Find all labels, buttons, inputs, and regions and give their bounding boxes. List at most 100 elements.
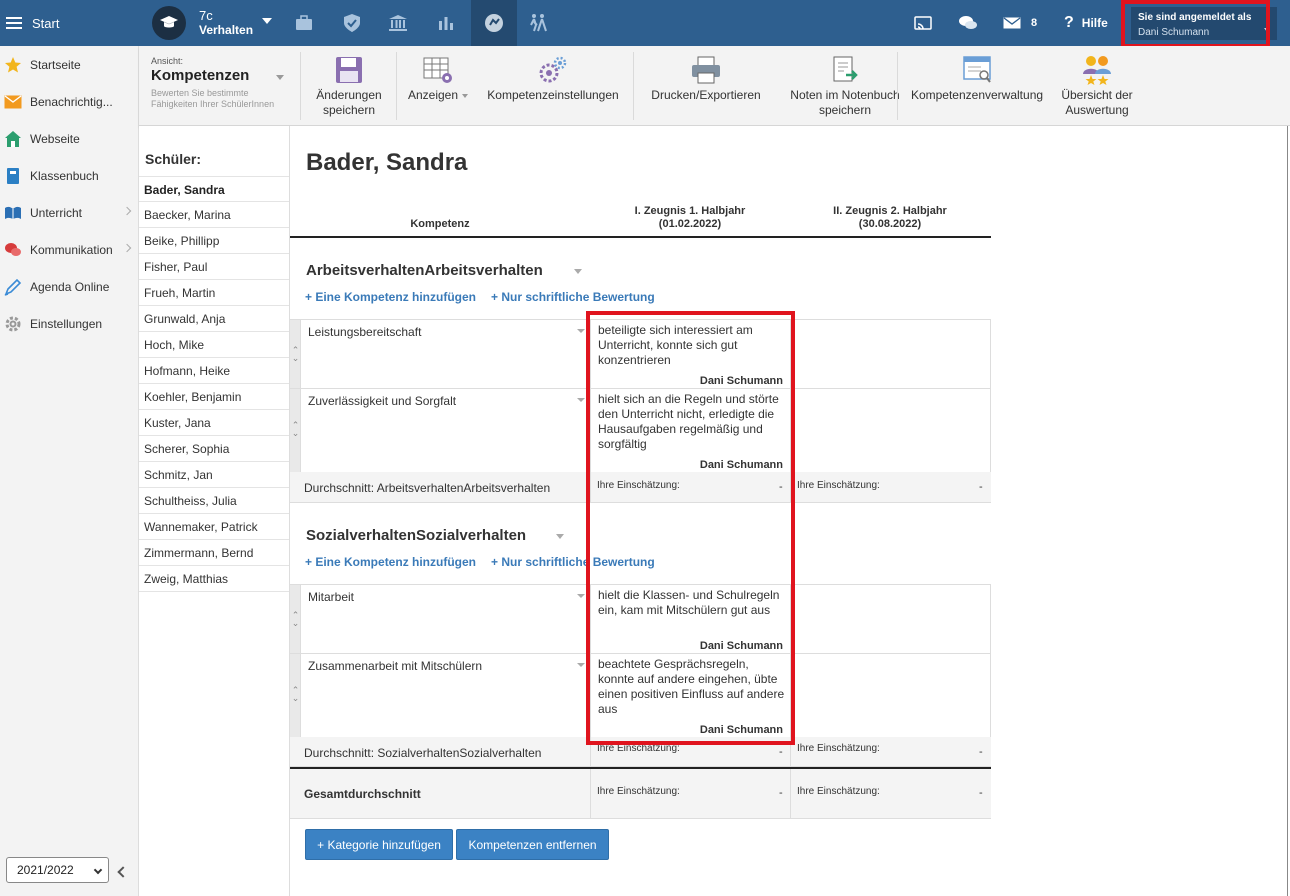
sidebar-item-einstellungen[interactable]: Einstellungen bbox=[0, 305, 138, 342]
main-sidebar: Startseite Benachrichtig... Webseite Kla… bbox=[0, 46, 139, 896]
competence-admin-button[interactable]: Kompetenzenverwaltung bbox=[907, 54, 1047, 103]
student-item[interactable]: Schultheiss, Julia bbox=[139, 488, 289, 514]
add-category-button[interactable]: + Kategorie hinzufügen bbox=[305, 829, 453, 860]
student-item[interactable]: Zimmermann, Bernd bbox=[139, 540, 289, 566]
drag-handle[interactable]: ⌃ ⌄ bbox=[290, 320, 301, 388]
overview-label-2: Auswertung bbox=[1065, 103, 1129, 117]
competence-name: Zuverlässigkeit und Sorgfalt bbox=[308, 394, 457, 408]
sidebar-item-benachrichtigungen[interactable]: Benachrichtig... bbox=[0, 83, 138, 120]
chevron-down-icon[interactable] bbox=[574, 269, 582, 274]
add-competence-link[interactable]: + Eine Kompetenz hinzufügen bbox=[305, 555, 476, 569]
window-border bbox=[1287, 126, 1288, 896]
written-only-link[interactable]: + Nur schriftliche Bewertung bbox=[491, 555, 655, 569]
briefcase-icon[interactable] bbox=[281, 0, 327, 46]
student-item[interactable]: Zweig, Matthias bbox=[139, 566, 289, 592]
chevron-down-icon[interactable] bbox=[577, 663, 585, 667]
estimate-value[interactable]: - bbox=[779, 746, 783, 758]
bank-icon[interactable] bbox=[375, 0, 421, 46]
start-menu-button[interactable]: Start bbox=[0, 0, 139, 46]
student-item[interactable]: Koehler, Benjamin bbox=[139, 384, 289, 410]
sidebar-item-unterricht[interactable]: Unterricht bbox=[0, 194, 138, 231]
assessment-text[interactable]: hielt die Klassen- und Schulregeln ein, … bbox=[598, 588, 786, 618]
behavior-icon[interactable] bbox=[471, 0, 517, 46]
chevron-right-icon bbox=[122, 243, 132, 253]
chevron-down-icon bbox=[262, 18, 272, 24]
drag-handle[interactable]: ⌃ ⌄ bbox=[290, 654, 301, 737]
evaluation-overview-button[interactable]: Übersicht der Auswertung bbox=[1054, 54, 1140, 118]
chevron-down-icon[interactable] bbox=[577, 594, 585, 598]
total-average-label: Gesamtdurchschnitt bbox=[304, 787, 421, 801]
class-selector[interactable]: 7c Verhalten bbox=[152, 5, 282, 41]
drag-handle[interactable]: ⌃ ⌄ bbox=[290, 585, 301, 653]
drag-handle[interactable]: ⌃ ⌄ bbox=[290, 389, 301, 472]
estimate-value[interactable]: - bbox=[779, 787, 783, 799]
estimate-value[interactable]: - bbox=[979, 481, 983, 493]
student-item[interactable]: Hofmann, Heike bbox=[139, 358, 289, 384]
sidebar-item-agenda-online[interactable]: Agenda Online bbox=[0, 268, 138, 305]
estimate-label: Ihre Einschätzung: bbox=[797, 743, 880, 754]
chevron-down-icon[interactable] bbox=[556, 534, 564, 539]
remove-competences-button[interactable]: Kompetenzen entfernen bbox=[456, 829, 609, 860]
chart-icon[interactable] bbox=[423, 0, 469, 46]
assessment-text[interactable]: beteiligte sich interessiert am Unterric… bbox=[598, 323, 786, 368]
overview-label-1: Übersicht der bbox=[1061, 88, 1133, 102]
print-export-button[interactable]: Drucken/Exportieren bbox=[644, 54, 768, 103]
messages-button[interactable]: 8 bbox=[1003, 0, 1037, 46]
written-only-link[interactable]: + Nur schriftliche Bewertung bbox=[491, 290, 655, 304]
sidebar-item-webseite[interactable]: Webseite bbox=[0, 120, 138, 157]
help-button[interactable]: ? Hilfe bbox=[1064, 0, 1108, 46]
toolbar: Ansicht: Kompetenzen Bewerten Sie bestim… bbox=[139, 46, 1290, 126]
table-settings-icon bbox=[405, 54, 471, 86]
student-item[interactable]: Scherer, Sophia bbox=[139, 436, 289, 462]
column-header-report-1: I. Zeugnis 1. Halbjahr (01.02.2022) bbox=[600, 205, 780, 231]
student-item[interactable]: Hoch, Mike bbox=[139, 332, 289, 358]
assessment-author: Dani Schumann bbox=[699, 724, 783, 736]
estimate-label: Ihre Einschätzung: bbox=[597, 743, 680, 754]
student-item[interactable]: Fisher, Paul bbox=[139, 254, 289, 280]
cast-icon[interactable] bbox=[914, 0, 932, 46]
school-year-select[interactable]: 2021/2022 bbox=[6, 857, 109, 883]
sidebar-item-kommunikation[interactable]: Kommunikation bbox=[0, 231, 138, 268]
estimate-value[interactable]: - bbox=[779, 481, 783, 493]
estimate-value[interactable]: - bbox=[979, 787, 983, 799]
show-menu-button[interactable]: Anzeigen bbox=[405, 54, 471, 103]
save-label-1: Änderungen bbox=[316, 88, 382, 102]
competence-name: Zusammenarbeit mit Mitschülern bbox=[308, 659, 483, 673]
estimate-label: Ihre Einschätzung: bbox=[797, 480, 880, 491]
chevron-down-icon[interactable] bbox=[577, 398, 585, 402]
student-item[interactable]: Grunwald, Anja bbox=[139, 306, 289, 332]
column-header-report-1-title: I. Zeugnis 1. Halbjahr bbox=[634, 205, 746, 217]
student-item[interactable]: Schmitz, Jan bbox=[139, 462, 289, 488]
save-grades-button[interactable]: Noten im Notenbuch speichern bbox=[769, 54, 921, 118]
user-account-menu[interactable]: Sie sind angemeldet als Dani Schumann bbox=[1131, 7, 1277, 40]
assessment-text[interactable]: hielt sich an die Regeln und störte den … bbox=[598, 392, 786, 452]
student-item[interactable]: Frueh, Martin bbox=[139, 280, 289, 306]
category-title: ArbeitsverhaltenArbeitsverhalten bbox=[306, 262, 543, 279]
view-description-2: Fähigkeiten Ihrer SchülerInnen bbox=[151, 99, 275, 109]
student-item[interactable]: Beike, Phillipp bbox=[139, 228, 289, 254]
save-grades-label-2: speichern bbox=[818, 103, 872, 117]
student-item[interactable]: Wannemaker, Patrick bbox=[139, 514, 289, 540]
view-selector[interactable]: Ansicht: Kompetenzen Bewerten Sie bestim… bbox=[151, 56, 299, 110]
main-content: Bader, Sandra Kompetenz I. Zeugnis 1. Ha… bbox=[290, 126, 1290, 896]
add-competence-link[interactable]: + Eine Kompetenz hinzufügen bbox=[305, 290, 476, 304]
sidebar-item-klassenbuch[interactable]: Klassenbuch bbox=[0, 157, 138, 194]
estimate-label: Ihre Einschätzung: bbox=[597, 480, 680, 491]
sidebar-item-label: Klassenbuch bbox=[30, 168, 99, 183]
student-item[interactable]: Kuster, Jana bbox=[139, 410, 289, 436]
estimate-value[interactable]: - bbox=[979, 746, 983, 758]
student-item-selected[interactable]: Bader, Sandra bbox=[139, 176, 289, 202]
competence-row: ⌃ ⌄ Leistungsbereitschaft beteiligte sich… bbox=[290, 319, 991, 389]
students-walking-icon[interactable] bbox=[515, 0, 561, 46]
assessment-text[interactable]: beachtete Gesprächsregeln, konnte auf an… bbox=[598, 657, 786, 717]
competence-settings-button[interactable]: Kompetenzeinstellungen bbox=[482, 54, 624, 103]
column-header-report-2-title: II. Zeugnis 2. Halbjahr bbox=[833, 205, 947, 217]
chat-bubbles-icon[interactable] bbox=[958, 0, 978, 46]
shield-icon[interactable] bbox=[329, 0, 375, 46]
chevron-down-icon[interactable] bbox=[577, 329, 585, 333]
save-changes-button[interactable]: Änderungen speichern bbox=[310, 54, 388, 118]
sidebar-item-label: Benachrichtig... bbox=[30, 94, 113, 109]
competence-name: Mitarbeit bbox=[308, 590, 355, 604]
sidebar-item-startseite[interactable]: Startseite bbox=[0, 46, 138, 83]
student-item[interactable]: Baecker, Marina bbox=[139, 202, 289, 228]
